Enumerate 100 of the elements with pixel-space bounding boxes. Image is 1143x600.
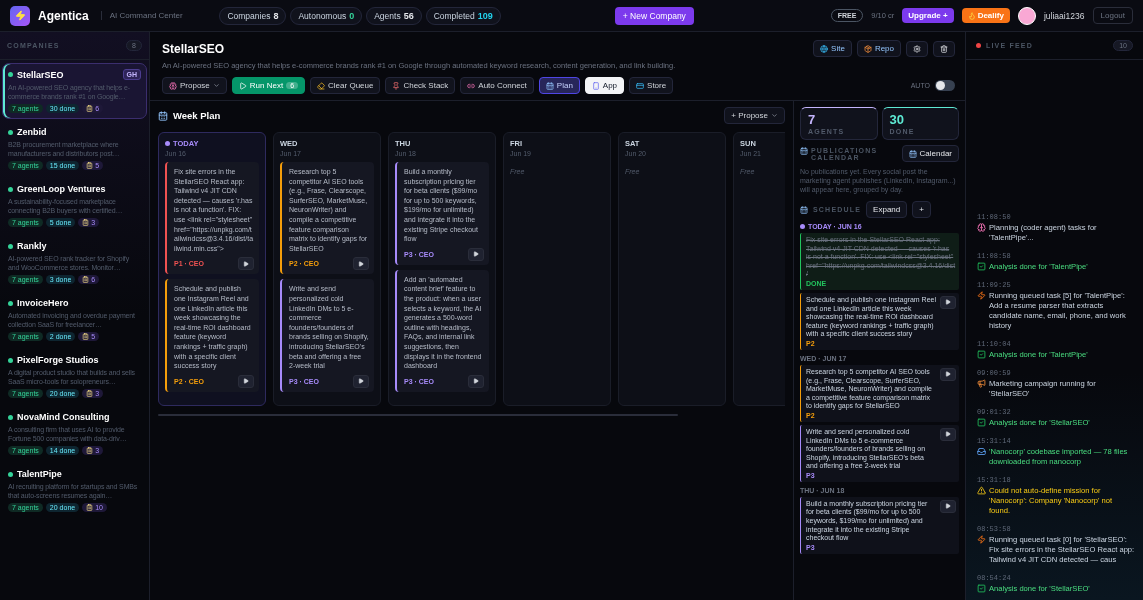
settings-button[interactable] (906, 40, 928, 57)
settings-icon (913, 44, 921, 53)
status-dot (8, 414, 13, 420)
package-icon (863, 44, 872, 53)
section-title: Week Plan (173, 110, 222, 121)
run-button[interactable] (353, 374, 369, 388)
clipboard-icon (82, 333, 90, 340)
status-dot (8, 471, 13, 477)
run-button[interactable] (940, 367, 956, 381)
status-dot (8, 72, 13, 77)
status-dot (8, 186, 13, 192)
clipboard-icon (86, 504, 94, 511)
calendar-icon (800, 205, 808, 214)
company-name: TalentPipe (17, 469, 63, 479)
status-dot (8, 300, 13, 306)
brand-name: Agentica (38, 8, 89, 23)
company-name: PixelForge Studios (17, 355, 100, 365)
eraser-icon (317, 81, 326, 90)
live-dot (976, 43, 981, 48)
link-icon (467, 81, 476, 90)
avatar[interactable] (1017, 6, 1036, 25)
status-dot (8, 129, 13, 135)
toolbar-button[interactable]: Clear Queue (310, 77, 381, 94)
logo-icon (10, 5, 30, 26)
run-button[interactable] (238, 374, 254, 388)
lightning-icon (977, 291, 986, 300)
check-icon (977, 350, 986, 359)
logout-button[interactable]: Logout (1092, 7, 1133, 24)
trash-icon (940, 44, 948, 53)
lightning-icon (977, 535, 986, 544)
play-icon (243, 378, 249, 385)
play-icon (358, 378, 364, 385)
clipboard-icon (86, 390, 94, 397)
company-name: Zenbid (17, 127, 48, 137)
stat-label: Agents (374, 10, 401, 21)
globe-icon (820, 44, 829, 53)
toolbar-button[interactable]: Store (629, 77, 674, 94)
check-icon (977, 418, 986, 427)
stat-value: 109 (477, 10, 493, 21)
caret-icon (212, 82, 220, 89)
run-button[interactable] (940, 295, 956, 309)
toolbar-button[interactable]: App (584, 77, 625, 94)
link-button[interactable]: Repo (856, 40, 901, 57)
status-dot (8, 243, 13, 249)
stat-value: 0 (349, 10, 355, 21)
run-button[interactable] (940, 427, 956, 441)
username: juliaai1236 (1043, 10, 1085, 21)
clipboard-icon (86, 162, 94, 169)
app-subtitle: AI Command Center (100, 11, 183, 20)
play-icon (358, 260, 364, 267)
propose-button[interactable]: + Propose (724, 107, 785, 124)
card-icon (636, 81, 645, 90)
clipboard-icon (86, 105, 94, 112)
play-icon (473, 378, 479, 385)
toolbar-button[interactable]: Auto Connect (460, 77, 534, 94)
phone-icon (591, 81, 600, 90)
clipboard-icon (82, 219, 90, 226)
status-dot (8, 357, 13, 363)
new-company-button[interactable]: + New Company (614, 6, 694, 25)
stat-label: Companies (227, 10, 271, 21)
calendar-button[interactable]: Calendar (901, 145, 959, 162)
megaphone-icon (977, 379, 986, 388)
play-icon (945, 371, 951, 378)
caret-icon (771, 112, 778, 119)
stat-value: 8 (273, 10, 279, 21)
clipboard-icon (86, 447, 94, 454)
stat-value: 30 (889, 112, 905, 127)
company-name: Rankly (17, 241, 48, 251)
toolbar-button[interactable]: Check Stack (385, 77, 456, 94)
run-button[interactable] (940, 499, 956, 513)
stat-label: Completed (433, 10, 475, 21)
upgrade-button[interactable]: Upgrade + (902, 8, 954, 23)
calendar-icon (800, 146, 808, 155)
company-name: StellarSEO (17, 69, 65, 80)
company-title: StellarSEO (162, 41, 226, 56)
warning-icon (977, 486, 986, 495)
run-button[interactable] (468, 374, 484, 388)
company-name: InvoiceHero (17, 298, 70, 308)
add-button[interactable]: + (912, 201, 931, 218)
delete-button[interactable] (933, 40, 955, 57)
clipboard-icon (82, 276, 90, 283)
toolbar-button[interactable]: Plan (538, 77, 580, 94)
brain-icon (169, 81, 177, 90)
run-button[interactable] (353, 257, 369, 271)
brain-icon (977, 223, 986, 232)
check-icon (977, 584, 986, 593)
calendar-icon (545, 81, 554, 90)
play-icon (945, 503, 951, 510)
play-icon (945, 299, 951, 306)
toolbar-button[interactable]: Propose (162, 77, 227, 94)
play-icon (945, 431, 951, 438)
check-icon (977, 262, 986, 271)
run-button[interactable] (238, 257, 254, 271)
run-button[interactable] (468, 247, 484, 261)
auto-switch[interactable] (935, 80, 955, 91)
stat-value: 56 (403, 10, 414, 21)
link-button[interactable]: Site (813, 40, 852, 57)
expand-button[interactable]: Expand (866, 201, 908, 218)
play-icon (238, 81, 247, 90)
calendar-icon (908, 149, 917, 158)
